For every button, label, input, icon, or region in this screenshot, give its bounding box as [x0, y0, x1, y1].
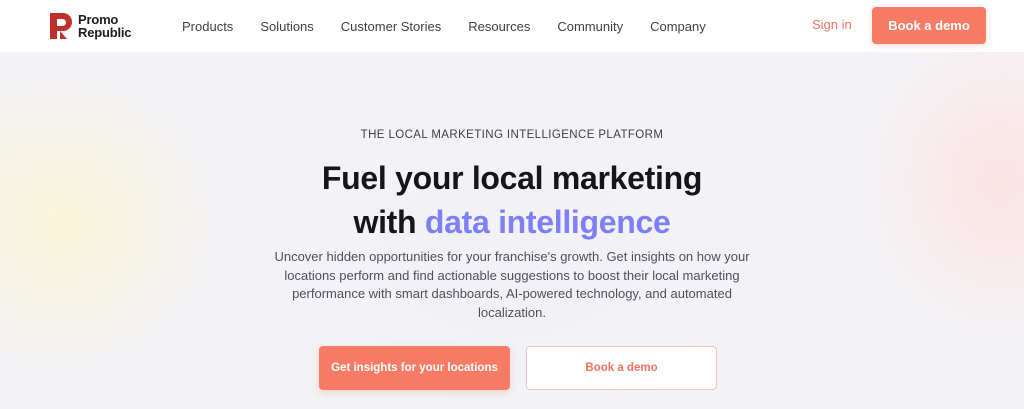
nav-item-customer-stories[interactable]: Customer Stories: [341, 19, 441, 34]
nav-item-community[interactable]: Community: [557, 19, 623, 34]
book-demo-header-button[interactable]: Book a demo: [872, 7, 986, 44]
nav-item-company[interactable]: Company: [650, 19, 706, 34]
page: Promo Republic Products Solutions Custom…: [0, 0, 1024, 409]
nav-item-solutions[interactable]: Solutions: [260, 19, 313, 34]
headline-line2-prefix: with: [353, 204, 425, 240]
hero-description: Uncover hidden opportunities for your fr…: [274, 249, 750, 320]
hero-eyebrow: THE LOCAL MARKETING INTELLIGENCE PLATFOR…: [360, 129, 664, 141]
get-insights-button[interactable]: Get insights for your locations: [319, 346, 510, 390]
logo-wordmark: Promo Republic: [78, 13, 131, 39]
hero-headline: Fuel your local marketing with data inte…: [0, 156, 1024, 244]
book-demo-button[interactable]: Book a demo: [526, 346, 717, 390]
nav-item-resources[interactable]: Resources: [468, 19, 530, 34]
headline-accent: data intelligence: [424, 204, 671, 240]
headline-line1: Fuel your local marketing: [321, 160, 703, 196]
promorepublic-logo-icon: [50, 13, 72, 39]
main-nav: Products Solutions Customer Stories Reso…: [182, 0, 733, 52]
logo[interactable]: Promo Republic: [48, 11, 131, 41]
logo-text-line2: Republic: [78, 25, 132, 40]
top-navigation-bar: Promo Republic Products Solutions Custom…: [0, 0, 1024, 52]
sign-in-link[interactable]: Sign in: [812, 17, 852, 32]
nav-item-products[interactable]: Products: [182, 19, 233, 34]
hero-section: THE LOCAL MARKETING INTELLIGENCE PLATFOR…: [0, 52, 1024, 409]
